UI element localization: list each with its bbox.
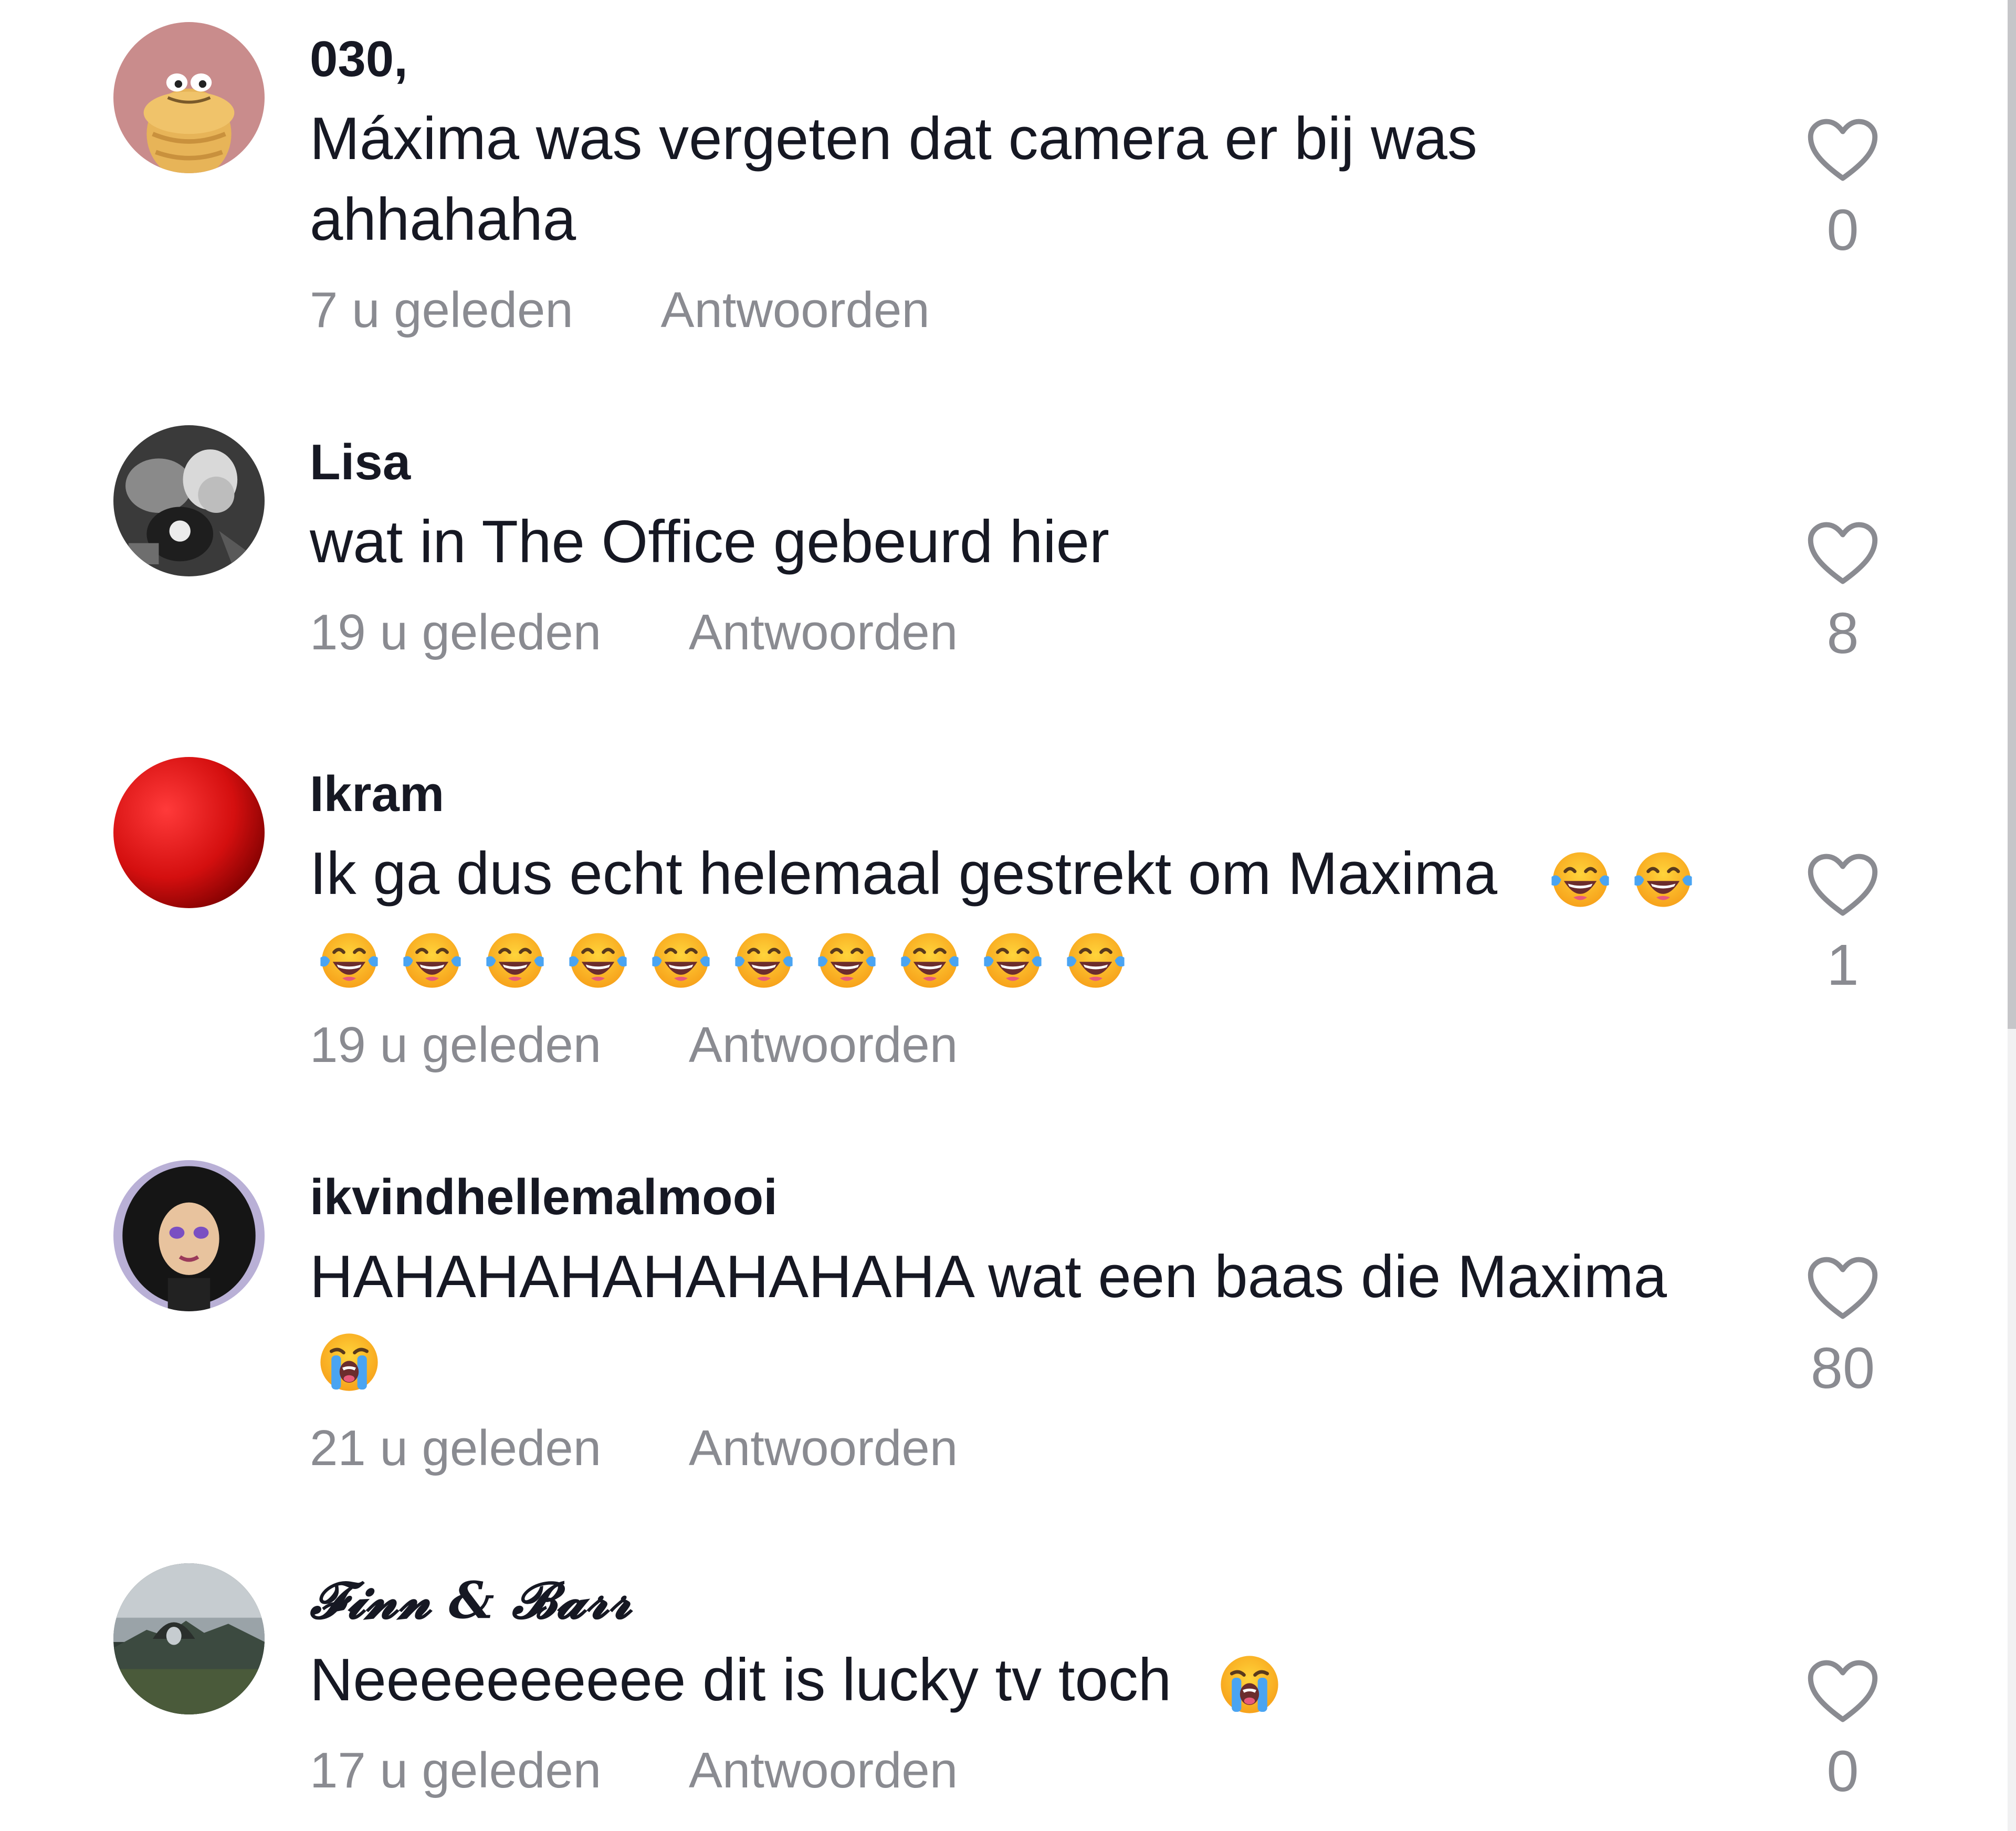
- avatar-cartoon-image: [113, 22, 265, 173]
- avatar[interactable]: [113, 757, 265, 908]
- comment-meta: 19 u geleden Antwoorden: [310, 1016, 1727, 1074]
- scrollbar-thumb[interactable]: [2008, 0, 2016, 1029]
- like-area: 0: [1806, 117, 1880, 265]
- heart-icon[interactable]: [1806, 851, 1880, 920]
- comment-content: Lisa wat in The Office gebeurd hier 19 u…: [310, 434, 1727, 661]
- like-count: 8: [1826, 601, 1859, 666]
- comment-timestamp: 17 u geleden: [310, 1742, 602, 1798]
- comment-username[interactable]: Ikram: [310, 765, 1727, 823]
- comment-timestamp: 19 u geleden: [310, 604, 602, 660]
- comment-content: 030, Máxima was vergeten dat camera er b…: [310, 30, 1727, 339]
- like-count: 0: [1826, 1739, 1859, 1804]
- avatar-landscape-image: [113, 1563, 265, 1714]
- like-area: 0: [1806, 1658, 1880, 1806]
- avatar-red-image: [113, 757, 265, 908]
- comment-meta: 19 u geleden Antwoorden: [310, 604, 1727, 661]
- reply-button[interactable]: Antwoorden: [660, 281, 929, 339]
- comment-username[interactable]: Lisa: [310, 434, 1727, 491]
- avatar-photo-image: [113, 425, 265, 576]
- face-with-tears-of-joy-icon: [398, 925, 466, 993]
- like-area: 80: [1806, 1255, 1880, 1403]
- scrollbar-track[interactable]: [2008, 0, 2016, 1831]
- comment-text: HAHAHAHAHAHAHAHA wat een baas die Maxima: [310, 1237, 1738, 1398]
- face-with-tears-of-joy-icon: [1062, 925, 1130, 993]
- like-area: 1: [1806, 851, 1880, 999]
- like-area: 8: [1806, 520, 1880, 668]
- heart-icon[interactable]: [1806, 1255, 1880, 1323]
- face-with-tears-of-joy-icon: [896, 925, 964, 993]
- comment-content: 𝓕𝓲𝓷𝓷 & 𝓑𝓪𝓻𝓻 Neeeeeeeeee dit is lucky tv …: [310, 1572, 1727, 1800]
- avatar-cartoon-girl-image: [113, 1160, 265, 1311]
- comment-timestamp: 7 u geleden: [310, 282, 573, 338]
- face-with-tears-of-joy-icon: [315, 925, 383, 993]
- reply-button[interactable]: Antwoorden: [689, 1016, 958, 1074]
- avatar[interactable]: [113, 1563, 265, 1714]
- comment-text: Ik ga dus echt helemaal gestrekt om Maxi…: [310, 834, 1738, 995]
- comment-username[interactable]: 𝓕𝓲𝓷𝓷 & 𝓑𝓪𝓻𝓻: [310, 1572, 1727, 1629]
- like-count: 0: [1826, 198, 1859, 262]
- comment-timestamp: 21 u geleden: [310, 1420, 602, 1476]
- avatar[interactable]: [113, 22, 265, 173]
- like-count: 80: [1810, 1336, 1875, 1401]
- comment-text: Máxima was vergeten dat camera er bij wa…: [310, 106, 1477, 253]
- loudly-crying-face-icon: [315, 1328, 383, 1396]
- face-with-tears-of-joy-icon: [730, 925, 798, 993]
- face-with-tears-of-joy-icon: [481, 925, 549, 993]
- comment-timestamp: 19 u geleden: [310, 1017, 602, 1073]
- comment-meta: 21 u geleden Antwoorden: [310, 1419, 1727, 1477]
- heart-icon[interactable]: [1806, 520, 1880, 588]
- comment-text-body: Neeeeeeeeee dit is lucky tv toch: [310, 1647, 1172, 1713]
- avatar[interactable]: [113, 1160, 265, 1311]
- comment-meta: 7 u geleden Antwoorden: [310, 281, 1727, 339]
- like-count: 1: [1826, 933, 1859, 997]
- reply-button[interactable]: Antwoorden: [689, 1742, 958, 1800]
- comment-text: wat in The Office gebeurd hier: [310, 509, 1110, 575]
- avatar[interactable]: [113, 425, 265, 576]
- reply-button[interactable]: Antwoorden: [689, 1419, 958, 1477]
- comment-text-body: HAHAHAHAHAHAHAHA wat een baas die Maxima: [310, 1244, 1667, 1310]
- heart-icon[interactable]: [1806, 117, 1880, 185]
- comment-username[interactable]: ikvindhellemalmooi: [310, 1169, 1727, 1226]
- loudly-crying-face-icon: [1215, 1650, 1284, 1719]
- comment-text-body: Ik ga dus echt helemaal gestrekt om Maxi…: [310, 840, 1498, 907]
- comment-username[interactable]: 030,: [310, 30, 1727, 88]
- comment-meta: 17 u geleden Antwoorden: [310, 1742, 1727, 1800]
- face-with-tears-of-joy-icon: [813, 925, 881, 993]
- face-with-tears-of-joy-icon: [1629, 844, 1697, 912]
- comment-text: Neeeeeeeeee dit is lucky tv toch: [310, 1640, 1738, 1721]
- face-with-tears-of-joy-icon: [647, 925, 715, 993]
- face-with-tears-of-joy-icon: [564, 925, 632, 993]
- reply-button[interactable]: Antwoorden: [689, 604, 958, 661]
- comment-content: ikvindhellemalmooi HAHAHAHAHAHAHAHA wat …: [310, 1169, 1727, 1477]
- face-with-tears-of-joy-icon: [979, 925, 1047, 993]
- comment-content: Ikram Ik ga dus echt helemaal gestrekt o…: [310, 765, 1727, 1074]
- heart-icon[interactable]: [1806, 1658, 1880, 1726]
- face-with-tears-of-joy-icon: [1546, 844, 1614, 912]
